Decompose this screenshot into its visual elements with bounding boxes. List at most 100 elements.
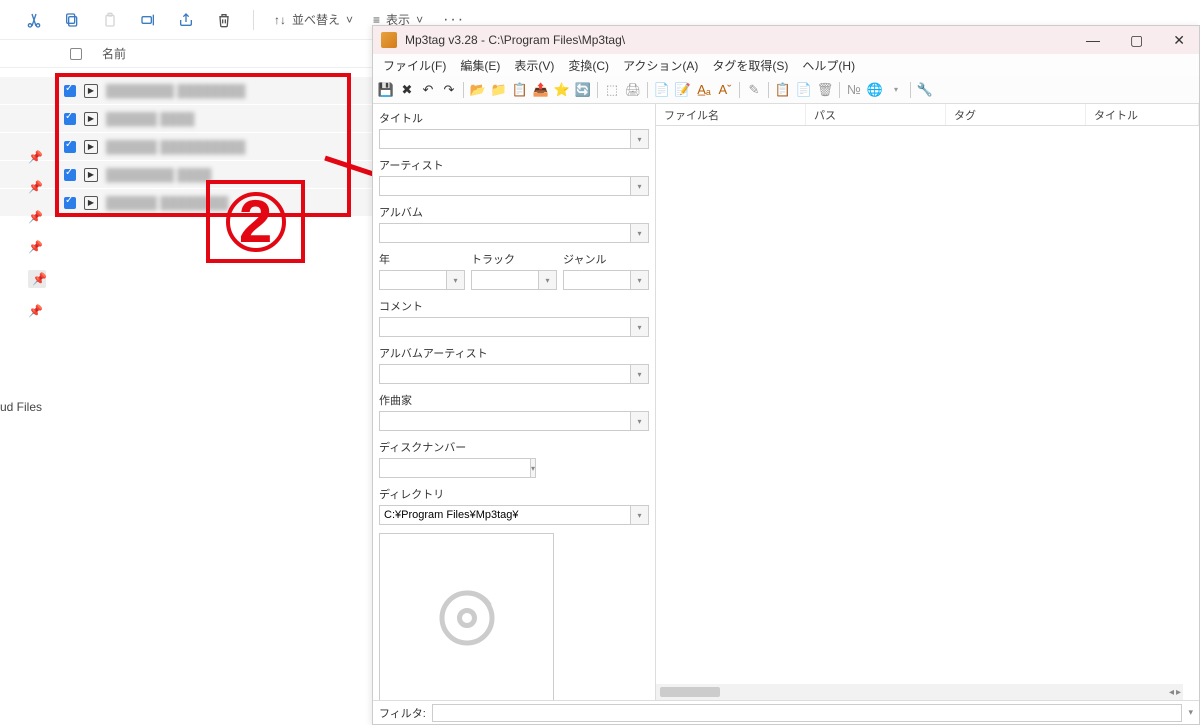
disc-dropdown[interactable]: ▾: [531, 458, 536, 478]
actions-icon[interactable]: Aˇ: [716, 81, 734, 99]
album-art-box[interactable]: [379, 533, 554, 700]
paste-icon[interactable]: [101, 11, 119, 29]
album-dropdown[interactable]: ▾: [631, 223, 649, 243]
toolbar: 💾 ✖ ↶ ↷ 📂 📁 📋 📤 ⭐ 🔄 ⬚ 🖨 📄 📝 A̲ₐ Aˇ ✎ 📋 📄…: [373, 76, 1199, 104]
close-button[interactable]: ✕: [1167, 32, 1191, 49]
annotation-step-box: 2: [206, 180, 305, 263]
filter-input[interactable]: [432, 704, 1183, 722]
scroll-right-icon[interactable]: ▸: [1176, 687, 1181, 698]
scroll-left-icon[interactable]: ◂: [1169, 687, 1174, 698]
genre-dropdown[interactable]: ▾: [631, 270, 649, 290]
pin-icon[interactable]: 📌: [28, 180, 46, 194]
pin-icon[interactable]: 📌: [28, 304, 46, 318]
title-bar[interactable]: Mp3tag v3.28 - C:\Program Files\Mp3tag\ …: [373, 26, 1199, 54]
mp3tag-window: Mp3tag v3.28 - C:\Program Files\Mp3tag\ …: [372, 25, 1200, 725]
tools-icon[interactable]: 🔧: [916, 81, 934, 99]
select-all-checkbox[interactable]: [70, 48, 82, 60]
title-input[interactable]: [379, 129, 631, 149]
delete-tag-icon[interactable]: ✖: [398, 81, 416, 99]
album-artist-input[interactable]: [379, 364, 631, 384]
share-icon[interactable]: [177, 11, 195, 29]
disc-icon: [437, 588, 497, 648]
playlist-icon[interactable]: 📋: [511, 81, 529, 99]
filename-to-tag-icon[interactable]: 📝: [674, 81, 692, 99]
comment-dropdown[interactable]: ▾: [631, 317, 649, 337]
redo-icon[interactable]: ↷: [440, 81, 458, 99]
field-label-year: 年: [379, 251, 465, 267]
menu-view[interactable]: 表示(V): [508, 55, 560, 76]
menu-help[interactable]: ヘルプ(H): [796, 55, 861, 76]
menu-file[interactable]: ファイル(F): [377, 55, 452, 76]
case-conversion-icon[interactable]: A̲ₐ: [695, 81, 713, 99]
horizontal-scrollbar[interactable]: ◂▸: [656, 684, 1183, 700]
file-list-body[interactable]: ◂▸: [656, 126, 1199, 700]
tag-sources-drop-icon[interactable]: ▾: [887, 81, 905, 99]
field-label-genre: ジャンル: [563, 251, 649, 267]
tag-panel: タイトル▾ アーティスト▾ アルバム▾ 年▾ トラック▾ ジャンル▾ コメント▾…: [373, 104, 656, 700]
artist-input[interactable]: [379, 176, 631, 196]
menu-tag-source[interactable]: タグを取得(S): [706, 55, 794, 76]
pin-icon[interactable]: 📌: [28, 210, 46, 224]
cloud-files-label: ud Files: [0, 400, 42, 414]
year-input[interactable]: [379, 270, 447, 290]
copy-icon[interactable]: [63, 11, 81, 29]
pin-icon[interactable]: 📌: [28, 240, 46, 254]
pin-icon[interactable]: 📌: [28, 150, 46, 164]
remove-tag-icon[interactable]: 🗑: [816, 81, 834, 99]
col-path[interactable]: パス: [806, 104, 946, 125]
refresh-icon[interactable]: 🔄: [574, 81, 592, 99]
minimize-button[interactable]: —: [1080, 32, 1106, 49]
field-label-album-artist: アルバムアーティスト: [379, 345, 649, 361]
genre-input[interactable]: [563, 270, 631, 290]
filter-label: フィルタ:: [379, 705, 426, 721]
comment-input[interactable]: [379, 317, 631, 337]
filter-dropdown-icon[interactable]: ▾: [1188, 707, 1193, 718]
paste-tag-icon[interactable]: 📄: [795, 81, 813, 99]
cut-icon[interactable]: [25, 11, 43, 29]
track-input[interactable]: [471, 270, 539, 290]
maximize-button[interactable]: ▢: [1124, 32, 1149, 49]
menu-edit[interactable]: 編集(E): [454, 55, 506, 76]
album-artist-dropdown[interactable]: ▾: [631, 364, 649, 384]
undo-icon[interactable]: ↶: [419, 81, 437, 99]
action-icon[interactable]: ⬚: [603, 81, 621, 99]
composer-input[interactable]: [379, 411, 631, 431]
tag-sources-icon[interactable]: 🌐: [866, 81, 884, 99]
column-name[interactable]: 名前: [102, 45, 126, 62]
save-icon[interactable]: 💾: [377, 81, 395, 99]
app-icon: [381, 32, 397, 48]
menu-action[interactable]: アクション(A): [617, 55, 704, 76]
directory-input[interactable]: [379, 505, 631, 525]
directory-dropdown[interactable]: ▾: [631, 505, 649, 525]
rename-icon[interactable]: [139, 11, 157, 29]
delete-icon[interactable]: [215, 11, 233, 29]
add-folder-icon[interactable]: 📁: [490, 81, 508, 99]
album-input[interactable]: [379, 223, 631, 243]
sort-button[interactable]: ↑↓ 並べ替え ˅: [274, 11, 353, 28]
col-tag[interactable]: タグ: [946, 104, 1086, 125]
print-icon[interactable]: 🖨: [624, 81, 642, 99]
track-dropdown[interactable]: ▾: [539, 270, 557, 290]
open-folder-icon[interactable]: 📂: [469, 81, 487, 99]
field-label-disc: ディスクナンバー: [379, 439, 649, 455]
filter-bar: フィルタ: ▾: [373, 700, 1199, 724]
col-title[interactable]: タイトル: [1086, 104, 1199, 125]
scrollbar-thumb[interactable]: [660, 687, 720, 697]
title-dropdown[interactable]: ▾: [631, 129, 649, 149]
field-label-album: アルバム: [379, 204, 649, 220]
disc-input[interactable]: [379, 458, 531, 478]
col-filename[interactable]: ファイル名: [656, 104, 806, 125]
field-label-comment: コメント: [379, 298, 649, 314]
composer-dropdown[interactable]: ▾: [631, 411, 649, 431]
export-icon[interactable]: 📤: [532, 81, 550, 99]
tag-to-filename-icon[interactable]: 📄: [653, 81, 671, 99]
extended-tags-icon[interactable]: ✎: [745, 81, 763, 99]
autonumber-icon[interactable]: №: [845, 81, 863, 99]
favorite-icon[interactable]: ⭐: [553, 81, 571, 99]
pin-icon[interactable]: 📌: [28, 270, 46, 288]
copy-tag-icon[interactable]: 📋: [774, 81, 792, 99]
year-dropdown[interactable]: ▾: [447, 270, 465, 290]
artist-dropdown[interactable]: ▾: [631, 176, 649, 196]
field-label-directory: ディレクトリ: [379, 486, 649, 502]
menu-convert[interactable]: 変換(C): [562, 55, 615, 76]
